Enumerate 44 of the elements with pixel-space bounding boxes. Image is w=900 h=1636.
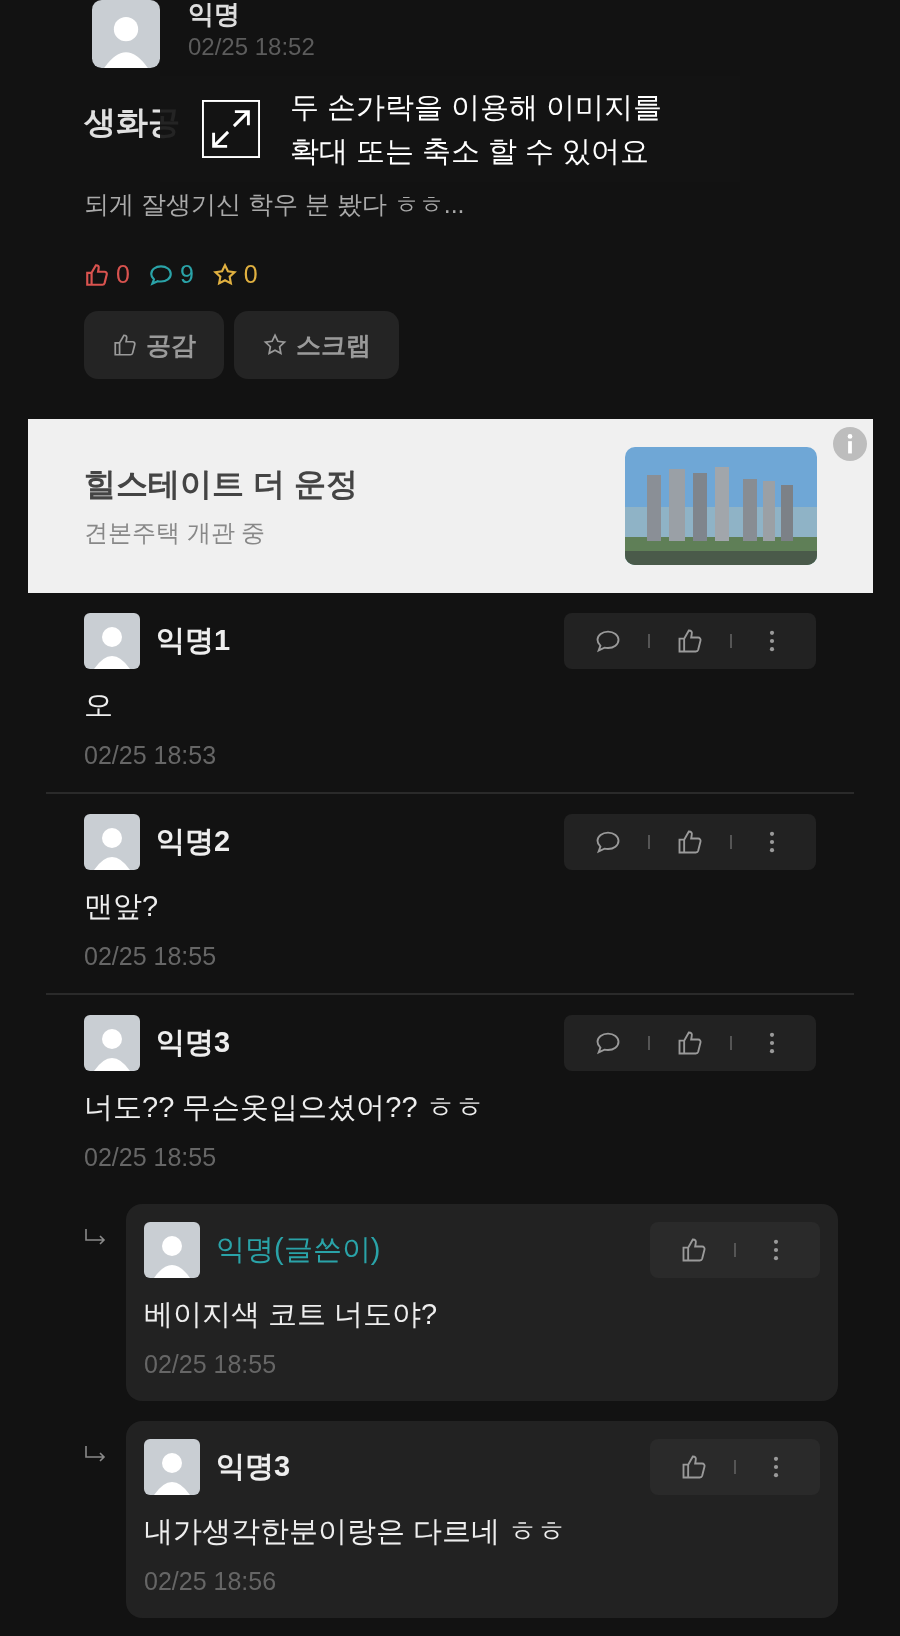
comment-text: 내가생각한분이랑은 다르네 ㅎㅎ [144,1514,568,1549]
comment-text: 베이지색 코트 너도야? [144,1297,439,1332]
commenter-name: 익명2 [156,824,232,859]
count-number: 9 [179,260,194,289]
commenter-name: 익명3 [156,1025,232,1060]
like-icon[interactable] [676,627,704,655]
star-icon [262,332,288,358]
comment-text: 너도?? 무슨옷입으셨어?? ㅎㅎ [84,1090,485,1125]
avatar-icon [84,1015,140,1071]
comment-time: 02/25 18:55 [84,942,218,971]
ad-banner[interactable]: 힐스테이트 더 운정 견본주택 개관 중 [28,419,873,593]
post-body: 되게 잘생기신 학우 분 봤다 ㅎㅎ... [84,189,466,220]
star-icon [211,261,238,288]
count-number: 0 [116,260,130,289]
commenter-name: 익명3 [216,1449,292,1484]
comment-text: 맨앞? [84,889,160,924]
author-name: 익명 [188,0,241,28]
comment-time: 02/25 18:56 [144,1567,278,1596]
post-time: 02/25 18:52 [188,32,315,62]
like-icon[interactable] [676,828,704,856]
like-icon[interactable] [676,1029,704,1057]
avatar-icon [84,814,140,870]
avatar-icon [144,1222,200,1278]
avatar-icon [144,1439,200,1495]
comment-time: 02/25 18:55 [84,1143,218,1172]
comment-time: 02/25 18:55 [144,1350,278,1379]
scrap-button[interactable]: 스크랩 [234,311,399,379]
post-title: 생화공 [84,103,180,142]
commenter-name: 익명1 [156,623,232,658]
tooltip-text: 두 손가락을 이용해 이미지를 [290,90,663,125]
thumbs-up-icon [84,261,110,288]
like-icon[interactable] [680,1236,708,1264]
commenter-name: 익명(글쓴이) [216,1232,382,1267]
count-number: 0 [243,260,258,289]
ad-title: 힐스테이트 더 운정 [84,465,358,504]
like-icon[interactable] [680,1453,708,1481]
tooltip-text: 확대 또는 축소 할 수 있어요 [290,134,651,169]
thumbs-up-icon [112,332,138,358]
comment-text: 오 [84,688,114,723]
like-button[interactable]: 공감 [84,311,224,379]
comment-time: 02/25 18:53 [84,741,218,770]
expand-icon [202,100,260,158]
ad-subtitle: 견본주택 개관 중 [84,518,267,548]
avatar-icon [84,613,140,669]
